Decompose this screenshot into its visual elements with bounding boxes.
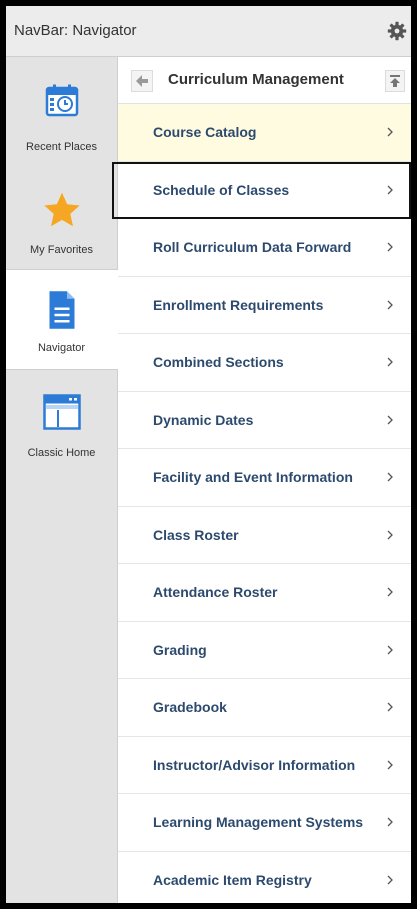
chevron-right-icon (387, 357, 393, 367)
menu-item-course-catalog[interactable]: Course Catalog (118, 104, 411, 162)
sidebar-item-label: Classic Home (27, 447, 96, 459)
navigator-panel: Curriculum Management Course Catalog Sch… (112, 57, 411, 904)
chevron-right-icon (387, 817, 393, 827)
navigator-menu: Course Catalog Schedule of Classes Roll … (112, 104, 411, 904)
menu-item-dynamic-dates[interactable]: Dynamic Dates (118, 392, 411, 449)
chevron-right-icon (387, 760, 393, 769)
menu-item-label: Facility and Event Information (153, 469, 353, 485)
menu-item-label: Dynamic Dates (153, 411, 254, 428)
menu-item-attendance-roster[interactable]: Attendance Roster (118, 564, 411, 622)
chevron-right-icon (387, 702, 393, 712)
sidebar-item-label: Recent Places (26, 141, 97, 153)
chevron-right-icon (387, 530, 393, 539)
menu-item-label: Academic Item Registry (153, 871, 312, 888)
calendar-clock-icon (45, 84, 78, 117)
menu-item-gradebook[interactable]: Gradebook (118, 679, 411, 737)
menu-item-label: Attendance Roster (153, 584, 278, 600)
menu-item-instructor-advisor-information[interactable]: Instructor/Advisor Information (118, 737, 411, 794)
sidebar-item-label: Navigator (37, 342, 86, 354)
panel-title: Curriculum Management (168, 71, 344, 88)
menu-item-learning-management-systems[interactable]: Learning Management Systems (118, 794, 411, 852)
sidebar-item-my-favorites[interactable]: My Favorites (6, 162, 117, 269)
browser-window-icon (42, 394, 81, 430)
menu-item-label: Schedule of Classes (153, 181, 290, 198)
back-button[interactable] (131, 70, 153, 92)
panel-header: Curriculum Management (118, 57, 411, 104)
arrow-left-icon (136, 75, 148, 87)
sidebar-item-classic-home[interactable]: Classic Home (6, 370, 117, 470)
chevron-right-icon (387, 415, 393, 424)
navbar-window: NavBar: Navigator Recent Places My Favor… (6, 6, 411, 903)
menu-item-label: Course Catalog (153, 124, 257, 140)
menu-item-label: Instructor/Advisor Information (153, 756, 356, 773)
menu-item-roll-curriculum-data-forward[interactable]: Roll Curriculum Data Forward (118, 219, 411, 277)
chevron-right-icon (387, 242, 393, 252)
scroll-top-icon (390, 75, 400, 87)
menu-item-enrollment-requirements[interactable]: Enrollment Requirements (118, 277, 411, 334)
menu-item-combined-sections[interactable]: Combined Sections (118, 334, 411, 392)
menu-item-schedule-of-classes[interactable]: Schedule of Classes (112, 161, 411, 219)
document-icon (49, 291, 75, 329)
chevron-right-icon (387, 472, 393, 482)
menu-item-label: Gradebook (153, 699, 227, 715)
navbar-title: NavBar: Navigator (14, 22, 137, 39)
chevron-right-icon (387, 300, 393, 309)
navbar-header: NavBar: Navigator (6, 6, 411, 57)
sidebar-item-recent-places[interactable]: Recent Places (6, 57, 117, 162)
sidebar-item-navigator[interactable]: Navigator (6, 269, 118, 370)
gear-icon[interactable] (387, 21, 407, 41)
menu-item-label: Enrollment Requirements (153, 296, 324, 313)
star-icon (43, 192, 80, 227)
menu-item-label: Learning Management Systems (153, 814, 364, 830)
menu-item-label: Combined Sections (153, 354, 284, 370)
menu-item-class-roster[interactable]: Class Roster (118, 507, 411, 564)
chevron-right-icon (387, 127, 393, 137)
chevron-right-icon (387, 587, 393, 597)
menu-item-grading[interactable]: Grading (118, 622, 411, 679)
chevron-right-icon (387, 645, 393, 654)
sidebar-item-label: My Favorites (30, 244, 93, 256)
menu-item-facility-and-event-information[interactable]: Facility and Event Information (118, 449, 411, 507)
scroll-to-top-button[interactable] (385, 70, 405, 92)
chevron-right-icon (387, 185, 393, 194)
navbar-sidebar: Recent Places My Favorites Navigator Cla… (6, 57, 118, 903)
menu-item-label: Grading (153, 641, 207, 658)
menu-item-label: Class Roster (153, 526, 239, 543)
menu-item-academic-item-registry[interactable]: Academic Item Registry (118, 852, 411, 904)
menu-item-label: Roll Curriculum Data Forward (153, 239, 352, 255)
chevron-right-icon (387, 875, 393, 884)
